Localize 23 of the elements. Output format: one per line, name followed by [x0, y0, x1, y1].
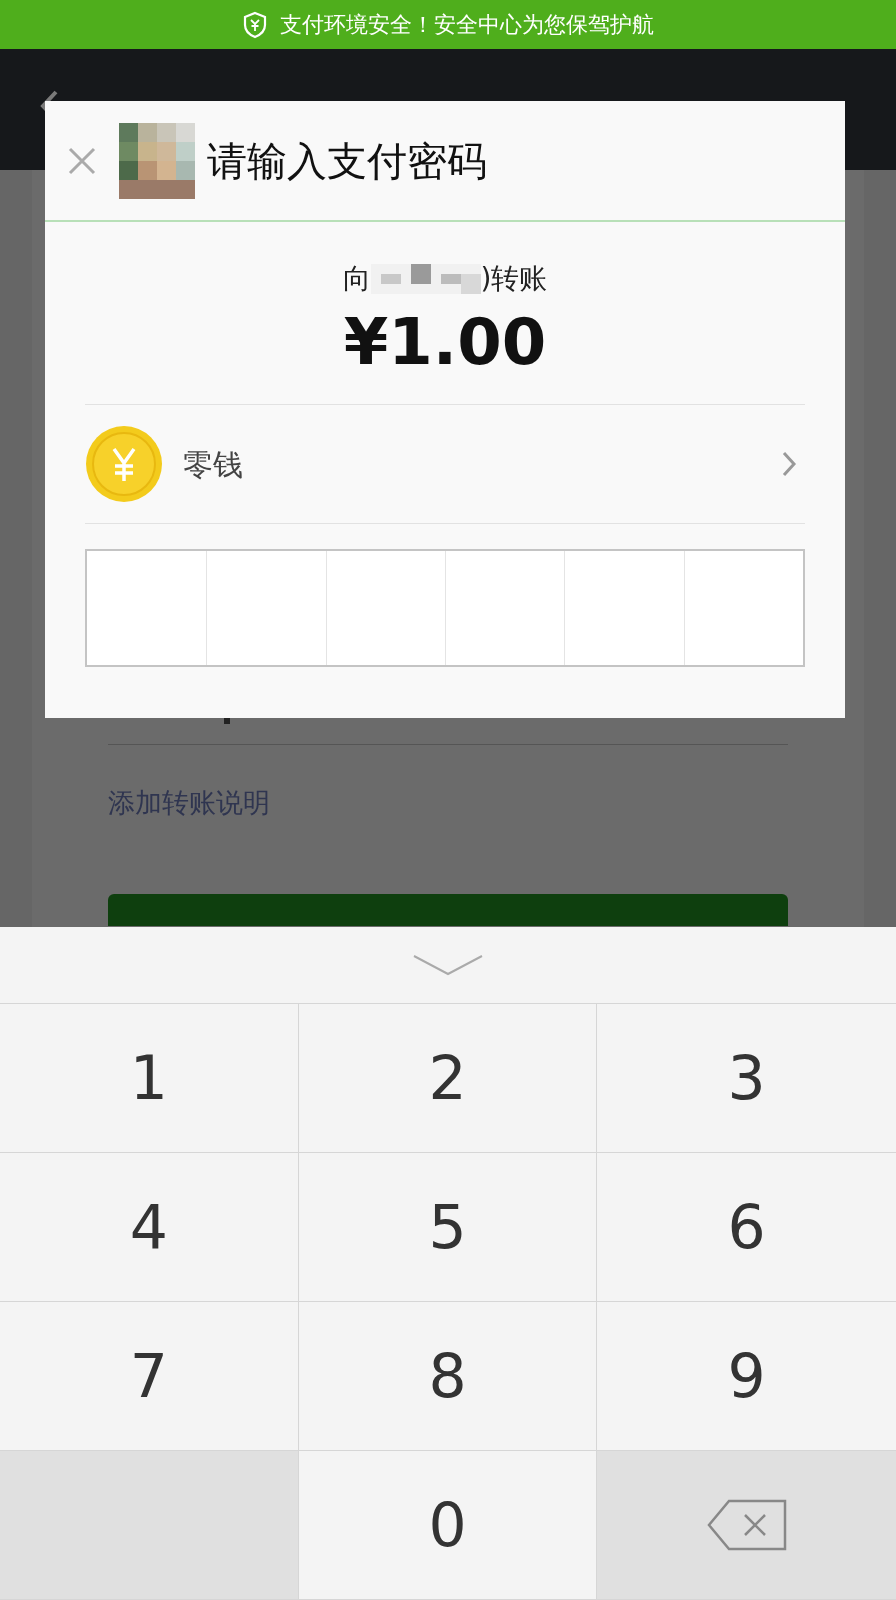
dialog-title: 请输入支付密码 — [207, 136, 487, 186]
digit-key[interactable]: 1 — [0, 1004, 299, 1153]
password-field[interactable] — [85, 549, 805, 667]
banner-text: 支付环境安全！安全中心为您保驾护航 — [280, 11, 654, 39]
digit-key[interactable]: 2 — [298, 1004, 598, 1153]
backspace-icon — [706, 1499, 787, 1551]
close-icon[interactable] — [67, 145, 97, 176]
recipient-label: )转账 — [480, 261, 548, 297]
digit-key[interactable]: 4 — [0, 1153, 299, 1302]
amount-text: ¥1.00 — [343, 304, 547, 381]
coin-icon — [85, 425, 163, 503]
payment-method: 零钱 — [183, 445, 243, 484]
payment-method-row[interactable]: 零钱 — [85, 405, 805, 523]
digit-key[interactable]: 5 — [298, 1153, 598, 1302]
digit-key[interactable]: 7 — [0, 1302, 299, 1451]
transfer-button[interactable] — [108, 893, 788, 926]
chevron-right-icon — [781, 450, 797, 478]
shield-icon — [242, 10, 268, 39]
backspace-key[interactable] — [597, 1451, 896, 1600]
collapse-icon[interactable] — [412, 954, 484, 976]
digit-key[interactable]: 8 — [298, 1302, 598, 1451]
recipient-label: 向 — [342, 261, 371, 297]
digit-key[interactable]: 0 — [298, 1451, 598, 1600]
